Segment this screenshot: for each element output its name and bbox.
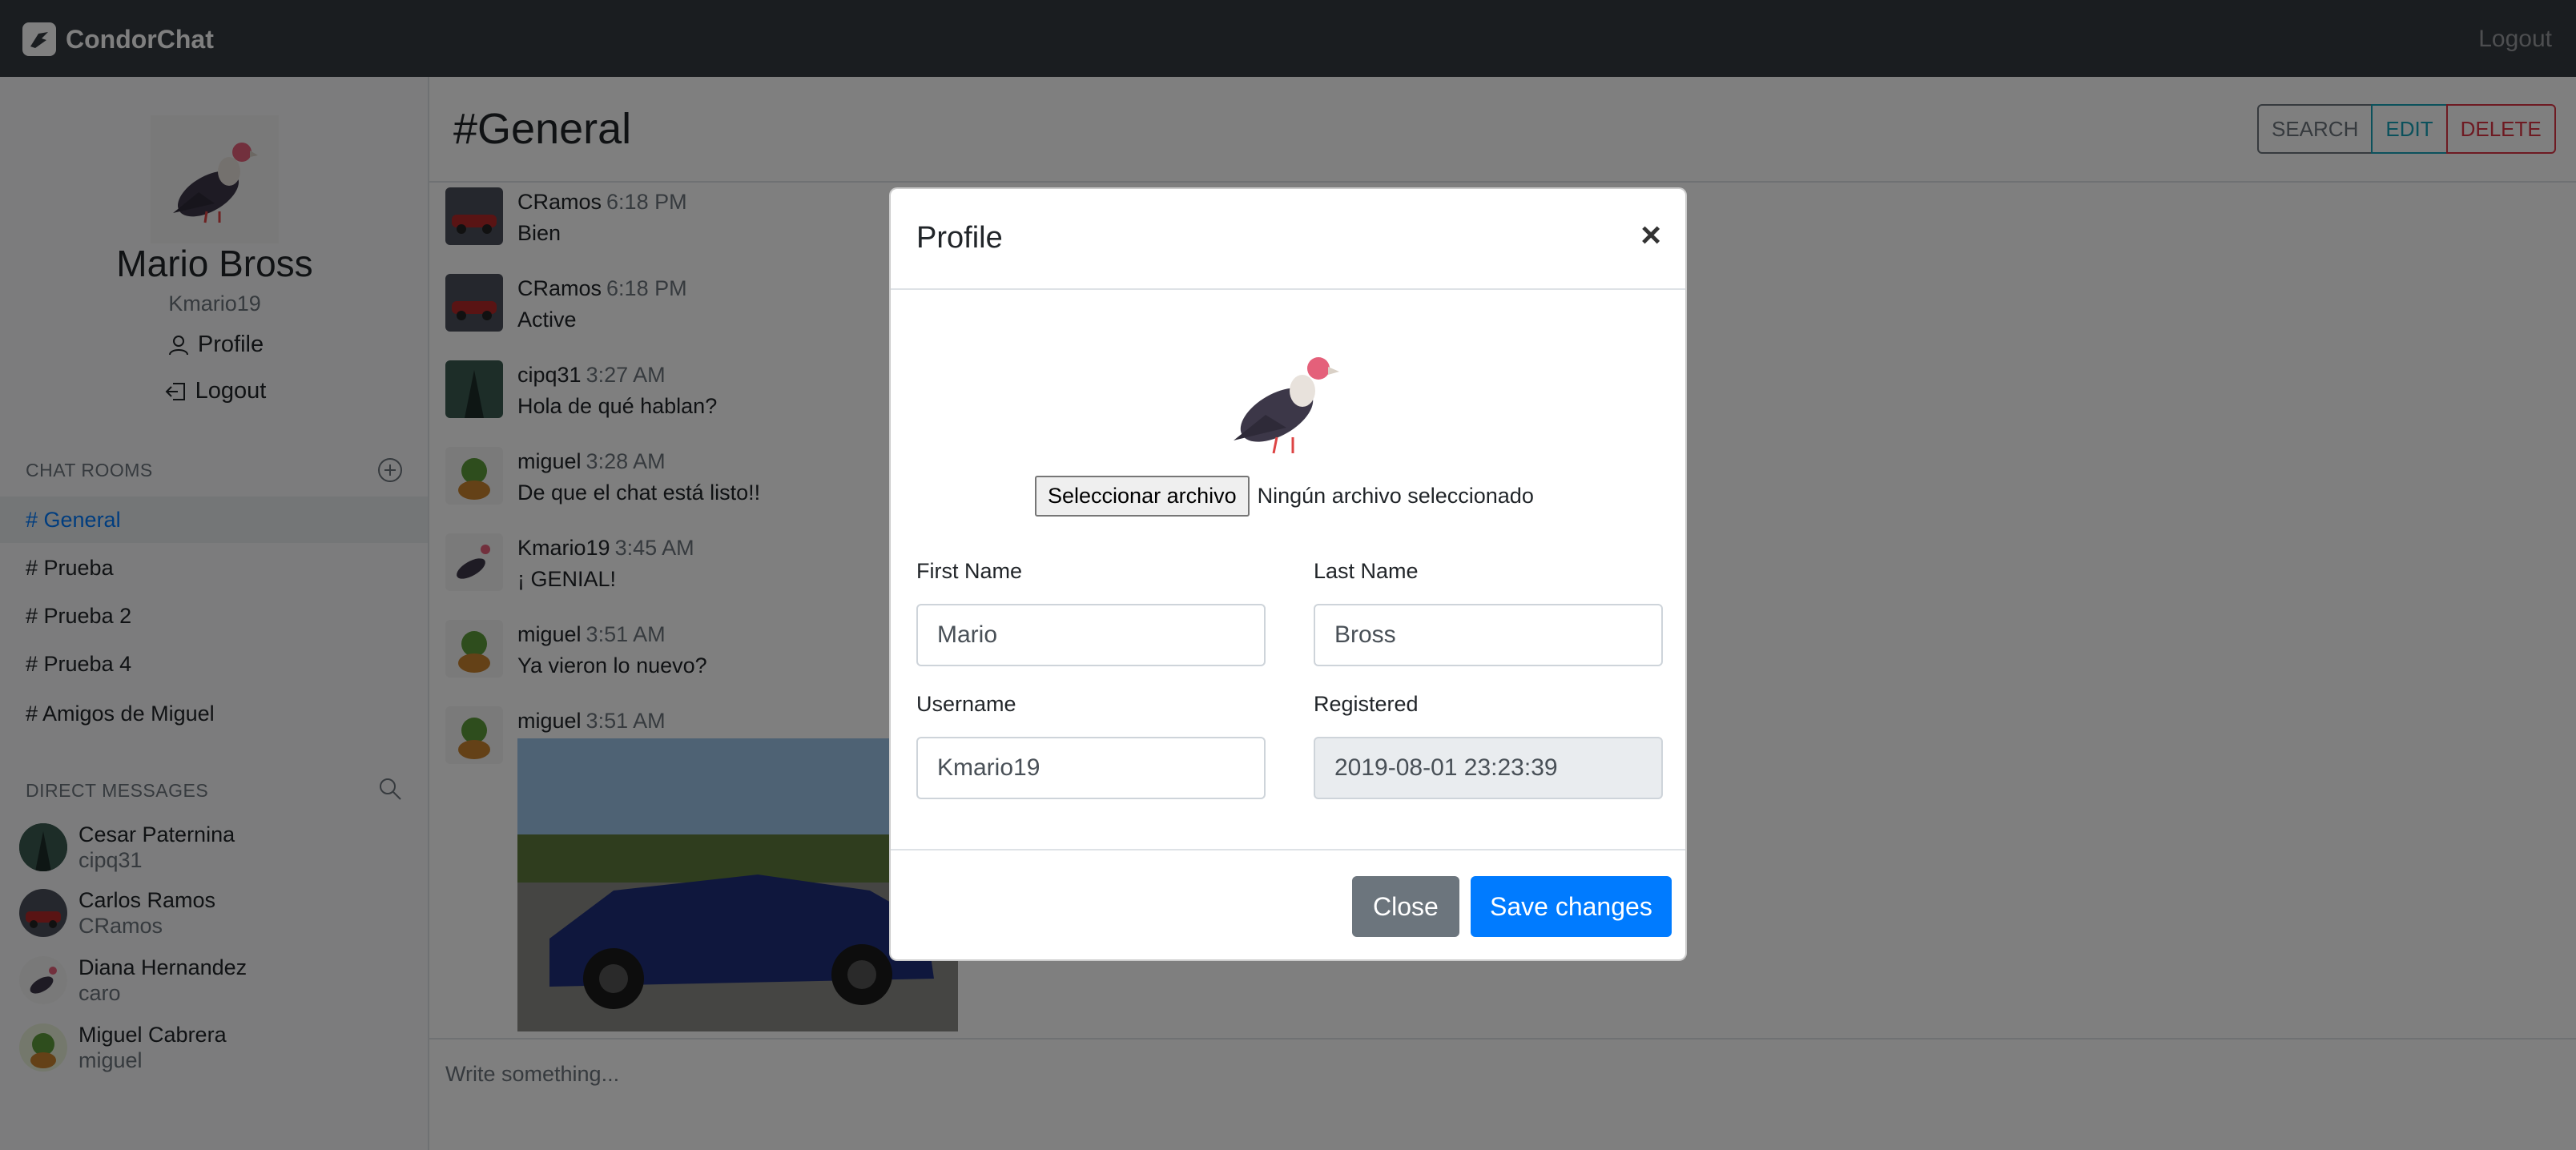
- modal-footer: Close Save changes: [891, 849, 1685, 959]
- last-name-label: Last Name: [1314, 559, 1419, 583]
- profile-modal: Profile × Seleccionar archivo Ningún arc…: [889, 187, 1687, 961]
- close-button[interactable]: Close: [1352, 876, 1459, 937]
- registered-label: Registered: [1314, 692, 1419, 716]
- file-status: Ningún archivo seleccionado: [1257, 484, 1534, 508]
- profile-avatar: [1208, 320, 1368, 481]
- close-icon[interactable]: ×: [1640, 218, 1661, 253]
- save-changes-button[interactable]: Save changes: [1471, 876, 1672, 937]
- last-name-field[interactable]: Bross: [1314, 604, 1663, 666]
- modal-header: Profile ×: [891, 189, 1685, 290]
- username-field[interactable]: Kmario19: [916, 737, 1266, 799]
- registered-field: 2019-08-01 23:23:39: [1314, 737, 1663, 799]
- choose-file-button[interactable]: Seleccionar archivo: [1035, 476, 1250, 517]
- file-input: Seleccionar archivo Ningún archivo selec…: [1035, 476, 1534, 517]
- username-label: Username: [916, 692, 1016, 716]
- first-name-label: First Name: [916, 559, 1023, 583]
- modal-title: Profile: [916, 221, 1003, 255]
- first-name-field[interactable]: Mario: [916, 604, 1266, 666]
